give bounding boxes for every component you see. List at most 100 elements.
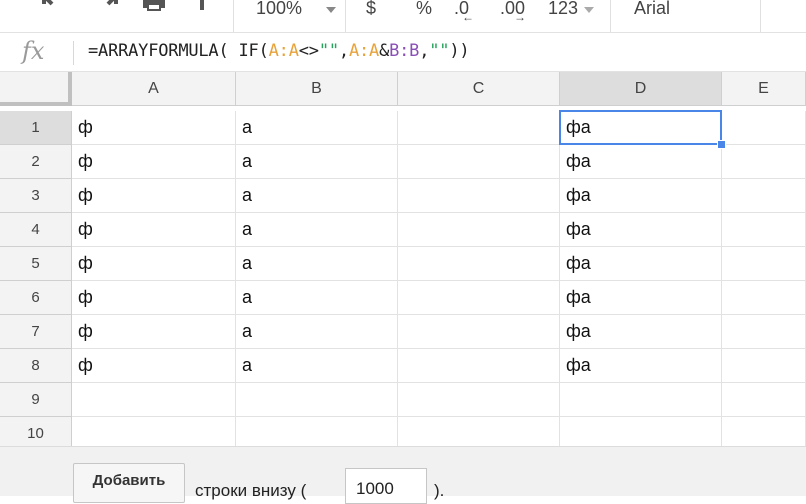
currency-format-button[interactable]: $ — [366, 0, 376, 24]
redo-icon[interactable] — [92, 0, 120, 14]
formula-text: )) — [449, 41, 470, 61]
cell-b3[interactable]: а — [236, 179, 398, 213]
cell-d7[interactable]: фа — [560, 315, 722, 349]
cell-d5[interactable]: фа — [560, 247, 722, 281]
more-formats-button[interactable]: 123 — [548, 0, 595, 24]
row-header-9[interactable]: 9 — [0, 383, 72, 417]
chevron-down-icon — [584, 7, 595, 13]
toolbar-separator — [233, 0, 234, 32]
cell-a9[interactable] — [72, 383, 236, 417]
cell-a5[interactable]: ф — [72, 247, 236, 281]
column-header-a[interactable]: A — [72, 72, 236, 106]
toolbar: 100% $ % .0 ← .00 → 123 Arial — [0, 0, 806, 32]
cell-e8[interactable] — [722, 349, 806, 383]
cell-b7[interactable]: а — [236, 315, 398, 349]
cell-d2[interactable]: фа — [560, 145, 722, 179]
print-icon[interactable] — [140, 0, 168, 14]
cell-c2[interactable] — [398, 145, 560, 179]
add-rows-button[interactable]: Добавить — [73, 463, 185, 503]
cell-b1[interactable]: а — [236, 111, 398, 145]
formula-bar: fx =ARRAYFORMULA( IF(A:A<>"",A:A&B:B,"")… — [0, 32, 806, 72]
cell-d9[interactable] — [560, 383, 722, 417]
cell-d8[interactable]: фа — [560, 349, 722, 383]
formula-comma: , — [419, 41, 430, 61]
toolbar-separator — [760, 0, 761, 32]
row-header-8[interactable]: 8 — [0, 349, 72, 383]
cell-b4[interactable]: а — [236, 213, 398, 247]
font-select[interactable]: Arial — [634, 0, 670, 24]
row-header-4[interactable]: 4 — [0, 213, 72, 247]
cell-a7[interactable]: ф — [72, 315, 236, 349]
cell-c3[interactable] — [398, 179, 560, 213]
percent-format-button[interactable]: % — [416, 0, 432, 24]
currency-label: $ — [366, 0, 377, 18]
row-header-3[interactable]: 3 — [0, 179, 72, 213]
cell-e7[interactable] — [722, 315, 806, 349]
row-header-6[interactable]: 6 — [0, 281, 72, 315]
add-rows-label: строки внизу ( — [195, 481, 307, 500]
cell-b5[interactable]: а — [236, 247, 398, 281]
formula-ref-b: B:B — [389, 41, 420, 61]
cell-c7[interactable] — [398, 315, 560, 349]
row-header-1[interactable]: 1 — [0, 111, 72, 145]
cell-e9[interactable] — [722, 383, 806, 417]
add-rows-bar: Добавить строки внизу ( ). — [0, 446, 806, 504]
cell-c6[interactable] — [398, 281, 560, 315]
formula-input[interactable]: =ARRAYFORMULA( IF(A:A<>"",A:A&B:B,"")) — [88, 41, 470, 61]
cell-c9[interactable] — [398, 383, 560, 417]
formula-text: =ARRAYFORMULA( IF( — [88, 41, 269, 61]
rows-count-input[interactable] — [345, 468, 427, 504]
formula-ref-a: A:A — [268, 41, 299, 61]
column-header-c[interactable]: C — [398, 72, 560, 106]
cell-d4[interactable]: фа — [560, 213, 722, 247]
cell-a8[interactable]: ф — [72, 349, 236, 383]
chevron-down-icon — [326, 7, 337, 13]
cell-e6[interactable] — [722, 281, 806, 315]
cell-b9[interactable] — [236, 383, 398, 417]
cell-e2[interactable] — [722, 145, 806, 179]
percent-label: % — [416, 0, 433, 18]
cell-b2[interactable]: а — [236, 145, 398, 179]
arrow-left-icon: ← — [462, 10, 474, 24]
toolbar-separator — [345, 0, 346, 32]
cell-a2[interactable]: ф — [72, 145, 236, 179]
fill-handle[interactable] — [717, 140, 726, 149]
undo-icon[interactable] — [40, 0, 68, 14]
select-all-corner[interactable] — [0, 72, 72, 106]
arrow-right-icon: → — [514, 10, 526, 24]
more-formats-label: 123 — [548, 0, 579, 18]
cell-a3[interactable]: ф — [72, 179, 236, 213]
row-header-5[interactable]: 5 — [0, 247, 72, 281]
cell-e1[interactable] — [722, 111, 806, 145]
toolbar-separator — [610, 0, 611, 32]
paint-format-icon[interactable] — [196, 0, 224, 14]
cell-a1[interactable]: ф — [72, 111, 236, 145]
row-header-7[interactable]: 7 — [0, 315, 72, 349]
cell-c1[interactable] — [398, 111, 560, 145]
row-header-2[interactable]: 2 — [0, 145, 72, 179]
cell-c5[interactable] — [398, 247, 560, 281]
cell-e5[interactable] — [722, 247, 806, 281]
cell-d6[interactable]: фа — [560, 281, 722, 315]
cell-c4[interactable] — [398, 213, 560, 247]
cell-c8[interactable] — [398, 349, 560, 383]
font-name: Arial — [634, 0, 671, 18]
formula-string: "" — [429, 41, 450, 61]
cell-b8[interactable]: а — [236, 349, 398, 383]
zoom-select[interactable]: 100% — [256, 0, 337, 24]
cell-d1[interactable]: фа — [560, 111, 722, 145]
cell-e4[interactable] — [722, 213, 806, 247]
cell-a4[interactable]: ф — [72, 213, 236, 247]
column-header-b[interactable]: B — [236, 72, 398, 106]
cell-e3[interactable] — [722, 179, 806, 213]
cell-b6[interactable]: а — [236, 281, 398, 315]
formula-operator: <> — [298, 41, 319, 61]
formula-bar-divider — [73, 41, 74, 65]
cell-a6[interactable]: ф — [72, 281, 236, 315]
formula-string: "" — [318, 41, 339, 61]
formula-ref-a: A:A — [348, 41, 380, 61]
zoom-value: 100% — [256, 0, 303, 18]
cell-d3[interactable]: фа — [560, 179, 722, 213]
column-header-e[interactable]: E — [722, 72, 806, 106]
column-header-d[interactable]: D — [560, 72, 722, 106]
